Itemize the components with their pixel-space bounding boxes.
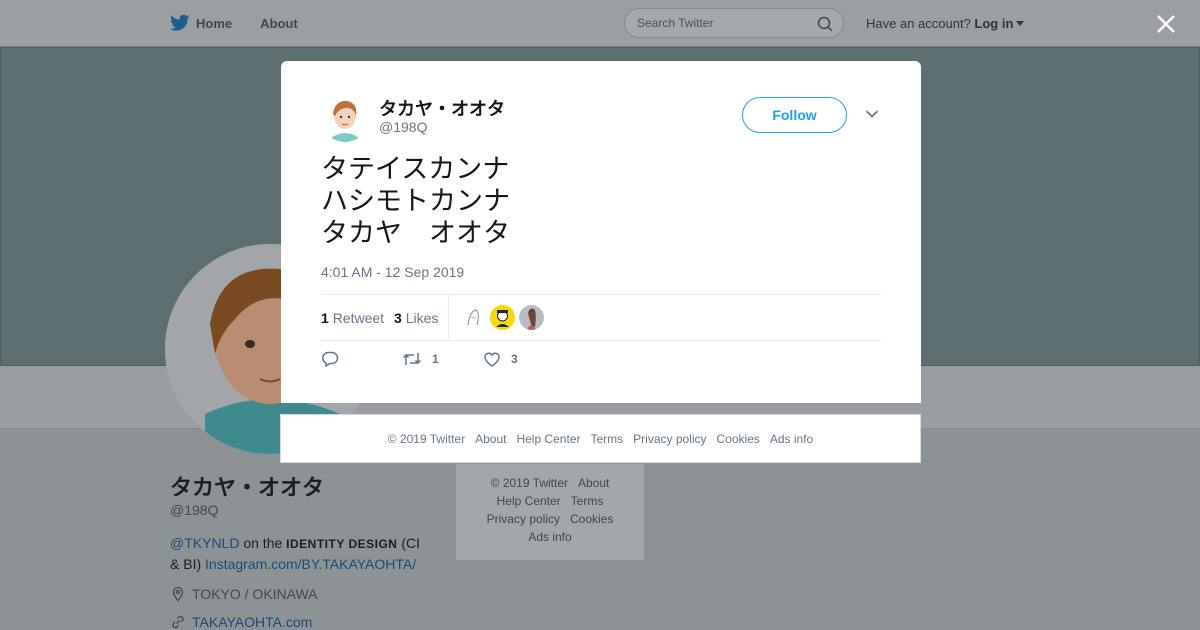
bio-instagram-link[interactable]: Instagram.com/BY.TAKAYAOHTA/ xyxy=(205,556,416,572)
search-input[interactable]: Search Twitter xyxy=(624,8,844,38)
tweet-actions: 1 3 xyxy=(321,351,881,375)
retweet-action-count: 1 xyxy=(432,352,439,366)
footer-privacy-link[interactable]: Privacy policy xyxy=(633,432,706,446)
reply-icon xyxy=(322,351,339,367)
liker-avatar[interactable] xyxy=(490,305,515,330)
likes-stat[interactable]: 3 Likes xyxy=(394,310,438,326)
bio-mention-link[interactable]: @TKYNLD xyxy=(170,535,239,551)
likes-count: 3 xyxy=(394,310,402,326)
bio-text-1: on the xyxy=(239,535,287,551)
footer-about-link[interactable]: About xyxy=(475,432,506,446)
likes-label: Likes xyxy=(405,310,439,326)
like-action-count: 3 xyxy=(511,352,518,366)
like-button[interactable]: 3 xyxy=(483,351,518,367)
chevron-down-icon xyxy=(1016,21,1025,26)
bg-footer-copyright: © 2019 Twitter xyxy=(490,476,568,490)
tweet-modal: タカヤ・オオタ @198Q Follow タテイスカンナ ハシモトカンナ タカヤ… xyxy=(281,61,921,403)
tweet-timestamp[interactable]: 4:01 AM - 12 Sep 2019 xyxy=(321,264,464,280)
close-icon[interactable] xyxy=(1152,10,1180,38)
search-placeholder: Search Twitter xyxy=(637,16,714,30)
heart-icon xyxy=(484,352,500,367)
footer-ads-info-link[interactable]: Ads info xyxy=(770,432,813,446)
nav-home[interactable]: Home xyxy=(170,14,232,32)
login-link[interactable]: Log in xyxy=(974,16,1013,31)
bg-footer-ads[interactable]: Ads info xyxy=(528,530,571,544)
tweet-text: タテイスカンナ ハシモトカンナ タカヤ オオタ xyxy=(321,153,510,249)
bg-footer-cookies[interactable]: Cookies xyxy=(570,512,613,526)
tweet-text-line: ハシモトカンナ xyxy=(321,186,510,216)
retweet-label: Retweet xyxy=(332,310,385,326)
retweet-icon xyxy=(402,353,422,365)
retweet-stat[interactable]: 1 Retweet xyxy=(321,310,384,326)
retweet-button[interactable]: 1 xyxy=(402,351,439,367)
primary-nav: Home About xyxy=(170,0,326,46)
author-avatar-illustration xyxy=(321,94,369,142)
location-pin-icon xyxy=(172,586,184,602)
liker-avatar[interactable] xyxy=(519,305,544,330)
tweet-author-handle[interactable]: @198Q xyxy=(379,119,427,135)
background-footer: © 2019 Twitter About Help Center Terms Pri… xyxy=(456,464,644,560)
footer-cookies-link[interactable]: Cookies xyxy=(717,432,760,446)
nav-home-label: Home xyxy=(196,15,233,31)
bg-footer-help[interactable]: Help Center xyxy=(497,494,561,508)
liker-avatar[interactable] xyxy=(461,305,486,330)
tweet-text-line: タテイスカンナ xyxy=(321,154,510,184)
bg-footer-terms[interactable]: Terms xyxy=(571,494,604,508)
follow-button[interactable]: Follow xyxy=(742,97,847,133)
tweet-text-line: タカヤ オオタ xyxy=(321,218,510,248)
stats-divider xyxy=(448,295,449,340)
bg-footer-privacy[interactable]: Privacy policy xyxy=(487,512,560,526)
retweet-count: 1 xyxy=(321,310,329,326)
bio-bold-text: IDENTITY DESIGN xyxy=(286,537,398,551)
nav-about[interactable]: About xyxy=(260,16,298,31)
footer-copyright: © 2019 Twitter xyxy=(387,431,466,446)
modal-footer: © 2019 Twitter About Help Center Terms P… xyxy=(280,414,921,463)
website-link[interactable]: TAKAYAOHTA.com xyxy=(192,614,312,630)
account-prompt: Have an account? xyxy=(866,16,971,31)
location-text: TOKYO / OKINAWA xyxy=(192,586,318,602)
twitter-bird-icon xyxy=(170,14,190,31)
reply-button[interactable] xyxy=(321,351,349,367)
top-navigation-bar: Home About Search Twitter Have an accoun… xyxy=(0,0,1200,47)
tweet-stats: 1 Retweet 3 Likes xyxy=(321,294,881,341)
footer-terms-link[interactable]: Terms xyxy=(590,432,623,446)
profile-name: タカヤ・オオタ xyxy=(170,475,325,500)
link-icon xyxy=(172,615,184,629)
search-icon[interactable] xyxy=(817,16,833,32)
nav-about-label: About xyxy=(260,15,298,31)
profile-location: TOKYO / OKINAWA xyxy=(170,586,318,602)
account-menu[interactable]: Have an account? Log in xyxy=(866,16,1025,31)
bg-footer-about[interactable]: About xyxy=(578,476,609,490)
chevron-down-icon[interactable] xyxy=(865,109,879,119)
profile-bio: @TKYNLD on the IDENTITY DESIGN (CI & BI)… xyxy=(170,533,430,574)
profile-website[interactable]: TAKAYAOHTA.com xyxy=(170,614,312,630)
footer-help-center-link[interactable]: Help Center xyxy=(516,432,580,446)
profile-handle: @198Q xyxy=(170,502,219,518)
tweet-author-avatar[interactable] xyxy=(321,94,369,142)
tweet-author-name[interactable]: タカヤ・オオタ xyxy=(379,95,505,121)
